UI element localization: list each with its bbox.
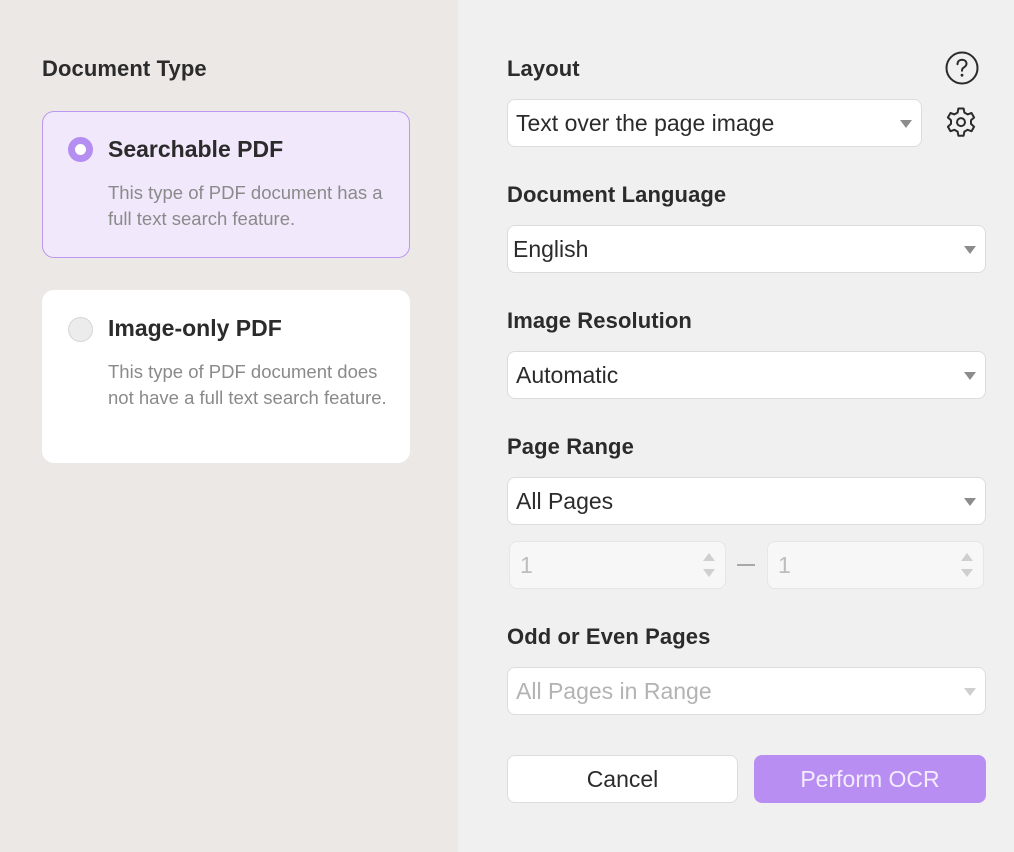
image-resolution-label: Image Resolution xyxy=(507,308,692,333)
chevron-down-icon xyxy=(964,688,976,696)
cancel-button[interactable]: Cancel xyxy=(507,755,738,803)
document-language-value: English xyxy=(513,236,589,262)
odd-even-value: All Pages in Range xyxy=(516,678,712,704)
chevron-down-icon xyxy=(964,372,976,380)
stepper-arrows-icon[interactable] xyxy=(961,552,973,580)
page-range-label: Page Range xyxy=(507,434,634,459)
document-language-select[interactable]: English xyxy=(507,225,986,273)
layout-value: Text over the page image xyxy=(516,110,775,136)
option-description: This type of PDF document has a full tex… xyxy=(108,182,383,229)
layout-select[interactable]: Text over the page image xyxy=(507,99,922,147)
odd-even-select[interactable]: All Pages in Range xyxy=(507,667,986,715)
image-resolution-value: Automatic xyxy=(516,362,619,388)
chevron-down-icon xyxy=(964,246,976,254)
stepper-down-icon[interactable] xyxy=(961,569,973,577)
radio-unselected-icon[interactable] xyxy=(68,317,93,342)
page-range-value: All Pages xyxy=(516,488,614,514)
option-description: This type of PDF document does not have … xyxy=(108,361,387,408)
perform-ocr-button[interactable]: Perform OCR xyxy=(754,755,986,803)
radio-selected-icon[interactable] xyxy=(68,137,93,162)
option-title: Image-only PDF xyxy=(108,315,282,341)
option-image-only-pdf[interactable]: Image-only PDF This type of PDF document… xyxy=(42,290,410,463)
page-range-select[interactable]: All Pages xyxy=(507,477,986,525)
stepper-down-icon[interactable] xyxy=(703,569,715,577)
document-type-title: Document Type xyxy=(42,56,207,81)
page-to-value: 1 xyxy=(778,552,791,578)
question-circle-icon[interactable] xyxy=(944,50,980,86)
range-separator xyxy=(737,564,755,566)
page-from-stepper[interactable]: 1 xyxy=(509,541,726,589)
page-to-stepper[interactable]: 1 xyxy=(767,541,984,589)
document-type-panel: Document Type Searchable PDF This type o… xyxy=(0,0,458,852)
gear-icon[interactable] xyxy=(943,105,979,141)
chevron-down-icon xyxy=(900,120,912,128)
document-language-label: Document Language xyxy=(507,182,727,207)
stepper-up-icon[interactable] xyxy=(961,553,973,561)
layout-label: Layout xyxy=(507,56,580,81)
page-from-value: 1 xyxy=(520,552,533,578)
stepper-up-icon[interactable] xyxy=(703,553,715,561)
image-resolution-select[interactable]: Automatic xyxy=(507,351,986,399)
chevron-down-icon xyxy=(964,498,976,506)
option-title: Searchable PDF xyxy=(108,136,284,162)
stepper-arrows-icon[interactable] xyxy=(703,552,715,580)
option-searchable-pdf[interactable]: Searchable PDF This type of PDF document… xyxy=(42,111,410,258)
odd-even-label: Odd or Even Pages xyxy=(507,624,711,649)
